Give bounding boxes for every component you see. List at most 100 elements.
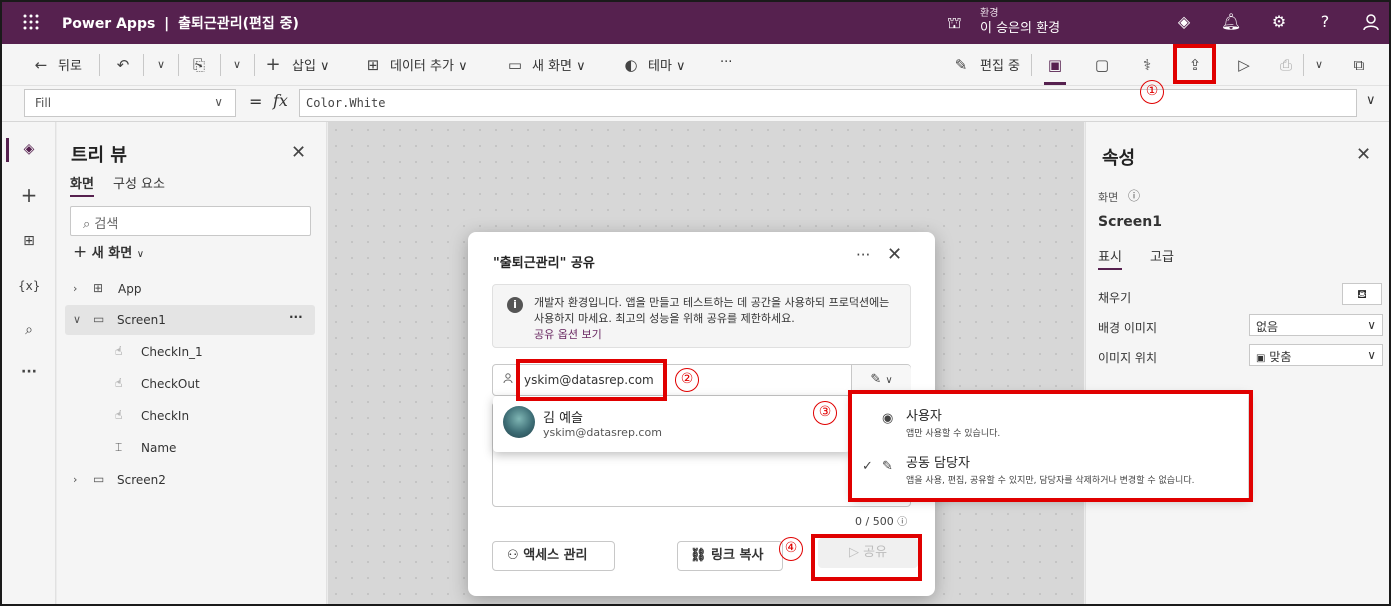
copilot-icon[interactable]: ◈ (1173, 11, 1195, 33)
expand-formula-chevron-icon[interactable]: ∨ (1366, 93, 1376, 108)
edit-pencil-icon[interactable]: ✎ (950, 54, 972, 76)
dropdown-value: 없음 (1256, 320, 1279, 334)
environment-name[interactable]: 이 승은의 환경 (980, 17, 1060, 36)
environment-icon[interactable]: ⛫ (947, 13, 962, 34)
link-icon: ⛓ (690, 548, 707, 563)
close-icon[interactable]: ✕ (1356, 144, 1371, 165)
comments-icon[interactable]: ▢ (1091, 54, 1113, 76)
step-marker-4: ④ (779, 537, 803, 561)
chevron-right-icon[interactable]: › (73, 473, 77, 486)
fill-color-picker[interactable]: ⛾ (1342, 283, 1382, 305)
manage-access-button[interactable]: ⚇ 액세스 관리 (492, 541, 615, 571)
active-rail-indicator (6, 138, 9, 162)
tree-item-screen2[interactable]: › ▭ Screen2 (65, 465, 315, 495)
insert-label: 삽입 (292, 59, 316, 74)
data-table-icon[interactable]: ⊞ (362, 54, 384, 76)
left-rail: ◈ + ⊞ {x} ⌕ ··· (0, 122, 56, 606)
property-dropdown[interactable]: Fill ∨ (24, 89, 236, 117)
close-icon[interactable]: ✕ (887, 244, 902, 265)
top-header-bar: Power Apps | 출퇴근관리(편집 중) ⛫ 환경 이 승은의 환경 ◈… (0, 0, 1391, 44)
tree-view-layers-icon[interactable]: ◈ (18, 138, 40, 160)
insert-menu[interactable]: 삽입 ∨ (292, 55, 330, 74)
share-options-link[interactable]: 공유 옵션 보기 (534, 328, 602, 341)
button-control-icon: ☝ (115, 344, 123, 358)
search-placeholder: 검색 (94, 217, 119, 232)
more-icon[interactable]: ··· (18, 361, 40, 383)
chevron-down-icon: ∨ (136, 249, 145, 260)
undo-chevron-down-icon[interactable]: ∨ (150, 54, 172, 76)
app-title: Power Apps | 출퇴근관리(편집 중) (62, 13, 299, 33)
avatar (503, 406, 535, 438)
stethoscope-icon[interactable]: ⚕ (1136, 54, 1158, 76)
tree-item-label: Name (141, 441, 177, 455)
chevron-down-icon: ∨ (885, 375, 893, 386)
image-position-dropdown[interactable]: ▣ 맞춤 ∨ (1249, 344, 1383, 366)
settings-gear-icon[interactable]: ⚙ (1268, 11, 1290, 33)
tree-view-title: 트리 뷰 (71, 145, 127, 166)
data-grid-icon[interactable]: ⊞ (18, 230, 40, 252)
manage-access-icon: ⚇ (507, 548, 519, 563)
editing-status[interactable]: 편집 중 (980, 55, 1020, 74)
app-icon: ⊞ (93, 281, 104, 295)
tree-item-checkout[interactable]: ☝ CheckOut (65, 369, 315, 399)
highlight-email-input (516, 359, 667, 401)
tab-components[interactable]: 구성 요소 (113, 173, 165, 192)
close-icon[interactable]: ✕ (291, 142, 306, 163)
divider (1303, 54, 1304, 76)
notification-bell-icon[interactable]: 🔔︎ (1220, 11, 1242, 33)
chevron-right-icon[interactable]: › (73, 282, 77, 295)
step-marker-3: ③ (813, 401, 837, 425)
plus-icon: + (73, 242, 88, 262)
back-button[interactable]: 뒤로 (58, 55, 82, 74)
app-launcher-icon[interactable] (22, 13, 40, 31)
theme-palette-icon[interactable]: ◐ (620, 54, 642, 76)
divider (254, 54, 255, 76)
more-options-button[interactable]: ··· (856, 246, 870, 264)
preview-play-icon[interactable]: ▷ (1233, 54, 1255, 76)
more-commands-button[interactable]: ··· (720, 55, 732, 70)
account-avatar-icon[interactable] (1360, 11, 1382, 33)
paste-chevron-down-icon[interactable]: ∨ (226, 54, 248, 76)
tree-item-checkin[interactable]: ☝ CheckIn (65, 401, 315, 431)
chevron-down-icon[interactable]: ∨ (73, 313, 81, 326)
background-image-dropdown[interactable]: 없음 ∨ (1249, 314, 1383, 336)
back-arrow-icon[interactable]: ← (30, 54, 52, 76)
active-indicator (1044, 82, 1066, 85)
more-options-button[interactable]: ··· (289, 310, 303, 324)
help-icon[interactable]: ? (1314, 11, 1336, 33)
tree-search-input[interactable]: ⌕ 검색 (70, 206, 311, 236)
tree-item-checkin-1[interactable]: ☝ CheckIn_1 (65, 337, 315, 367)
new-screen-icon[interactable]: ▭ (504, 54, 526, 76)
save-chevron-down-icon[interactable]: ∨ (1308, 54, 1330, 76)
tab-display[interactable]: 표시 (1098, 246, 1122, 270)
add-data-menu[interactable]: 데이터 추가 ∨ (390, 55, 468, 74)
insert-plus-icon[interactable]: + (18, 184, 40, 206)
paste-icon[interactable]: ⎘ (188, 54, 210, 76)
fx-icon[interactable]: fx (273, 91, 288, 110)
title-separator: | (164, 16, 170, 32)
search-icon[interactable]: ⌕ (18, 319, 40, 341)
tab-advanced[interactable]: 고급 (1150, 246, 1174, 265)
help-circle-icon[interactable]: ⓘ (1128, 187, 1140, 204)
new-screen-label: 새 화면 (91, 246, 133, 261)
save-icon[interactable]: ⎙ (1275, 54, 1297, 76)
divider (220, 54, 221, 76)
new-screen-button[interactable]: + 새 화면 ∨ (73, 242, 144, 262)
undo-icon[interactable]: ↶ (112, 54, 134, 76)
variables-icon[interactable]: {x} (18, 275, 40, 297)
people-suggestion-item[interactable]: 김 예슬 yskim@datasrep.com (493, 396, 850, 452)
publish-icon[interactable]: ⧉ (1348, 54, 1370, 76)
tree-item-name[interactable]: ⌶ Name (65, 433, 315, 463)
info-circle-icon: ⓘ (897, 517, 908, 528)
tree-item-label: CheckIn (141, 409, 190, 423)
tab-screens[interactable]: 화면 (70, 173, 94, 197)
new-screen-menu[interactable]: 새 화면 ∨ (532, 55, 586, 74)
new-screen-label: 새 화면 (532, 59, 573, 74)
insert-plus-icon[interactable]: + (262, 54, 284, 76)
copy-link-button[interactable]: ⛓ 링크 복사 (677, 541, 783, 571)
tree-item-app[interactable]: › ⊞ App (65, 274, 315, 304)
theme-menu[interactable]: 테마 ∨ (648, 55, 686, 74)
tree-item-screen1[interactable]: ∨ ▭ Screen1 ··· (65, 305, 315, 335)
app-checker-icon[interactable]: ▣ (1044, 54, 1066, 76)
formula-input[interactable]: Color.White (299, 89, 1357, 117)
